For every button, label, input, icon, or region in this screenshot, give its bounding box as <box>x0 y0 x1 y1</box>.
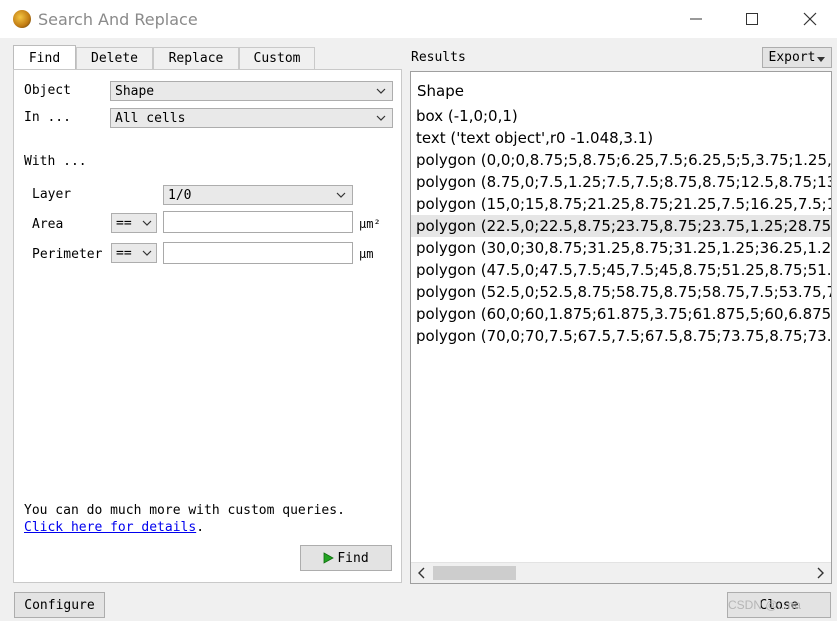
perimeter-input[interactable] <box>163 242 353 264</box>
results-label: Results <box>411 50 466 65</box>
perimeter-operator-select[interactable]: == <box>111 243 157 263</box>
list-item[interactable]: polygon (15,0;15,8.75;21.25,8.75;21.25,7… <box>411 193 831 215</box>
maximize-button[interactable] <box>724 0 780 38</box>
minimize-icon <box>690 18 702 20</box>
details-link[interactable]: Click here for details <box>24 520 196 535</box>
object-select[interactable]: Shape <box>110 81 393 101</box>
list-item[interactable]: polygon (47.5,0;47.5,7.5;45,7.5;45,8.75;… <box>411 259 831 281</box>
find-panel: Object Shape In ... All cells With ... L… <box>13 69 402 583</box>
list-item[interactable]: text ('text object',r0 -1.048,3.1) <box>411 127 831 149</box>
scroll-left-icon[interactable] <box>417 567 427 579</box>
chevron-down-icon <box>817 56 826 62</box>
list-item[interactable]: polygon (30,0;30,8.75;31.25,8.75;31.25,1… <box>411 237 831 259</box>
list-item[interactable]: box (-1,0;0,1) <box>411 105 831 127</box>
area-unit: µm² <box>359 217 381 231</box>
layer-select-value: 1/0 <box>168 187 192 203</box>
chevron-down-icon <box>142 250 152 256</box>
list-item[interactable]: polygon (0,0;0,8.75;5,8.75;6.25,7.5;6.25… <box>411 149 831 171</box>
results-list[interactable]: Shape box (-1,0;0,1) text ('text object'… <box>410 71 832 584</box>
find-button[interactable]: Find <box>300 545 392 571</box>
perimeter-unit: µm <box>359 247 374 261</box>
export-button-label: Export <box>768 50 816 65</box>
find-button-label: Find <box>337 550 369 566</box>
object-label: Object <box>24 83 71 98</box>
export-button[interactable]: Export <box>762 47 832 68</box>
list-item[interactable]: polygon (8.75,0;7.5,1.25;7.5,7.5;8.75,8.… <box>411 171 831 193</box>
chevron-down-icon <box>376 88 386 94</box>
scrollbar-thumb[interactable] <box>433 566 516 580</box>
layer-label: Layer <box>32 187 72 202</box>
chevron-down-icon <box>376 115 386 121</box>
scroll-right-icon[interactable] <box>815 567 825 579</box>
maximize-icon <box>746 13 758 25</box>
results-rows: box (-1,0;0,1) text ('text object',r0 -1… <box>411 105 831 347</box>
layer-select[interactable]: 1/0 <box>163 185 353 205</box>
details-link-line: Click here for details. <box>24 520 204 535</box>
horizontal-scrollbar[interactable] <box>411 562 831 583</box>
area-operator-value: == <box>116 215 132 231</box>
close-icon <box>803 12 817 26</box>
watermark: CSDN @...na <box>728 598 801 612</box>
tab-delete[interactable]: Delete <box>76 47 153 69</box>
chevron-down-icon <box>336 192 346 198</box>
minimize-button[interactable] <box>668 0 724 38</box>
tab-replace[interactable]: Replace <box>153 47 239 69</box>
chevron-down-icon <box>142 220 152 226</box>
with-label: With ... <box>24 154 87 169</box>
title-bar: Search And Replace <box>0 0 837 38</box>
configure-button[interactable]: Configure <box>14 592 105 618</box>
area-label: Area <box>32 217 64 232</box>
window-title: Search And Replace <box>38 10 198 29</box>
custom-query-hint: You can do much more with custom queries… <box>24 503 345 518</box>
perimeter-operator-value: == <box>116 245 132 261</box>
list-item-selected[interactable]: polygon (22.5,0;22.5,8.75;23.75,8.75;23.… <box>411 215 831 237</box>
in-select-value: All cells <box>115 110 186 126</box>
area-operator-select[interactable]: == <box>111 213 157 233</box>
list-item[interactable]: polygon (52.5,0;52.5,8.75;58.75,8.75;58.… <box>411 281 831 303</box>
results-column-header: Shape <box>417 82 464 100</box>
play-icon <box>323 552 335 564</box>
area-input[interactable] <box>163 211 353 233</box>
list-item[interactable]: polygon (60,0;60,1.875;61.875,3.75;61.87… <box>411 303 831 325</box>
details-link-period: . <box>196 520 205 535</box>
list-item[interactable]: polygon (70,0;70,7.5;67.5,7.5;67.5,8.75;… <box>411 325 831 347</box>
app-logo-icon <box>13 10 31 28</box>
in-label: In ... <box>24 110 71 125</box>
in-select[interactable]: All cells <box>110 108 393 128</box>
perimeter-label: Perimeter <box>32 247 103 262</box>
object-select-value: Shape <box>115 83 155 99</box>
tab-find[interactable]: Find <box>13 45 76 70</box>
close-window-button[interactable] <box>782 0 837 38</box>
tab-custom[interactable]: Custom <box>239 47 315 69</box>
